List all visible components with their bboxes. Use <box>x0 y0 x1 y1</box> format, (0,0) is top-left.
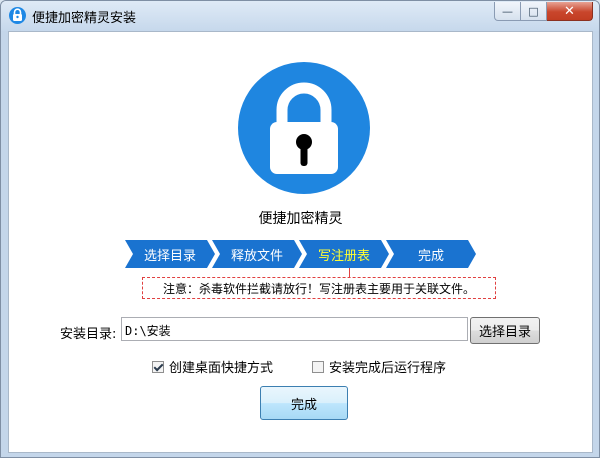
step-finish: 完成 <box>386 240 476 268</box>
app-name: 便捷加密精灵 <box>258 211 343 227</box>
finish-button[interactable]: 完成 <box>260 386 348 420</box>
run-after-install-checkbox[interactable]: 安装完成后运行程序 <box>312 357 446 376</box>
antivirus-notice: 注意：杀毒软件拦截请放行！写注册表主要用于关联文件。 <box>142 277 496 299</box>
desktop-shortcut-label: 创建桌面快捷方式 <box>169 361 274 376</box>
window-title: 便捷加密精灵安装 <box>32 11 137 26</box>
checkbox-checked-icon[interactable] <box>152 360 164 373</box>
close-button[interactable]: ✕ <box>547 2 593 21</box>
padlock-icon <box>238 62 370 194</box>
installer-body: 便捷加密精灵 选择目录 释放文件 写注册表 完成 注意：杀毒软件拦截请放行！写注… <box>8 31 593 453</box>
minimize-button[interactable]: — <box>494 2 521 21</box>
step-extract-files: 释放文件 <box>212 240 302 268</box>
desktop-shortcut-checkbox[interactable]: 创建桌面快捷方式 <box>152 357 273 376</box>
title-bar[interactable]: 便捷加密精灵安装 — □ ✕ <box>1 1 599 31</box>
step-select-dir: 选择目录 <box>125 240 215 268</box>
checkbox-unchecked-icon[interactable] <box>312 360 324 373</box>
step-write-registry: 写注册表 <box>299 240 389 268</box>
app-lock-icon <box>9 7 26 24</box>
installer-window: 便捷加密精灵安装 — □ ✕ 便捷加密精灵 选择目录 释放文件 写注册表 完成 … <box>0 0 600 458</box>
maximize-button[interactable]: □ <box>521 2 547 21</box>
run-after-install-label: 安装完成后运行程序 <box>329 361 447 376</box>
browse-dir-button[interactable]: 选择目录 <box>470 317 540 344</box>
install-dir-input[interactable]: D:\安装 <box>121 317 468 341</box>
install-dir-label: 安装目录: <box>60 327 117 342</box>
